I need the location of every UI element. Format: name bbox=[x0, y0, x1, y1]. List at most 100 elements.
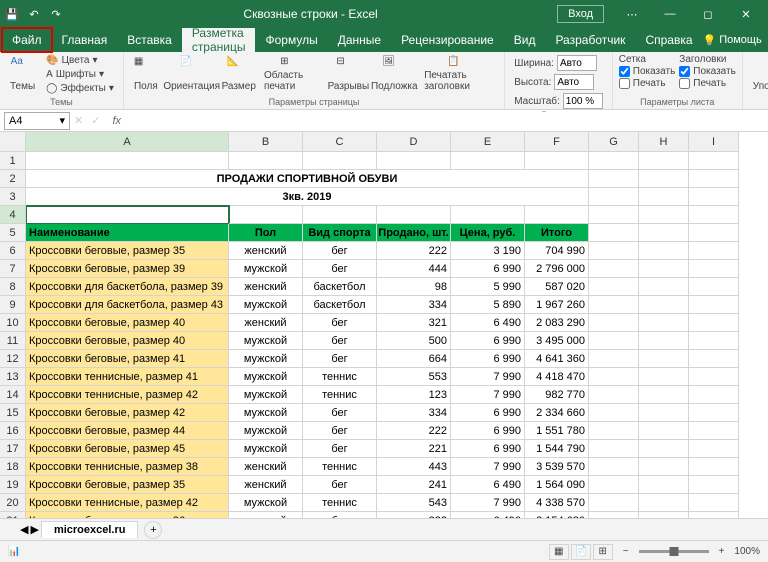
cell-C5[interactable]: Вид спорта bbox=[303, 224, 377, 242]
cell-B19[interactable]: женский bbox=[229, 476, 303, 494]
cell-E4[interactable] bbox=[451, 206, 525, 224]
cell-A2[interactable]: ПРОДАЖИ СПОРТИВНОЙ ОБУВИ bbox=[26, 170, 589, 188]
cell-A21[interactable]: Кроссовки беговые, размер 36 bbox=[26, 512, 229, 518]
tab-help[interactable]: Справка bbox=[635, 28, 702, 52]
cell-C21[interactable]: бег bbox=[303, 512, 377, 518]
themes-button[interactable]: Aa Темы bbox=[6, 54, 39, 94]
cell-D12[interactable]: 664 bbox=[377, 350, 451, 368]
headings-view-checkbox[interactable]: Показать bbox=[679, 66, 736, 77]
cell-G11[interactable] bbox=[589, 332, 639, 350]
cell-A3[interactable]: 3кв. 2019 bbox=[26, 188, 589, 206]
cell-C1[interactable] bbox=[303, 152, 377, 170]
cell-D6[interactable]: 222 bbox=[377, 242, 451, 260]
cell-C17[interactable]: бег bbox=[303, 440, 377, 458]
cell-D9[interactable]: 334 bbox=[377, 296, 451, 314]
cell-B16[interactable]: мужской bbox=[229, 422, 303, 440]
zoom-level[interactable]: 100% bbox=[734, 546, 760, 557]
cell-I6[interactable] bbox=[689, 242, 739, 260]
cell-D1[interactable] bbox=[377, 152, 451, 170]
cell-A6[interactable]: Кроссовки беговые, размер 35 bbox=[26, 242, 229, 260]
cell-A15[interactable]: Кроссовки беговые, размер 42 bbox=[26, 404, 229, 422]
cell-B7[interactable]: мужской bbox=[229, 260, 303, 278]
cell-E20[interactable]: 7 990 bbox=[451, 494, 525, 512]
close-icon[interactable]: ✕ bbox=[728, 0, 764, 28]
cell-B20[interactable]: мужской bbox=[229, 494, 303, 512]
row-header-3[interactable]: 3 bbox=[0, 188, 26, 206]
confirm-icon[interactable]: ✓ bbox=[87, 114, 104, 127]
row-header-12[interactable]: 12 bbox=[0, 350, 26, 368]
cell-G5[interactable] bbox=[589, 224, 639, 242]
cell-I21[interactable] bbox=[689, 512, 739, 518]
col-header-G[interactable]: G bbox=[589, 132, 639, 152]
save-icon[interactable]: 💾 bbox=[4, 6, 20, 22]
cell-I10[interactable] bbox=[689, 314, 739, 332]
cell-H6[interactable] bbox=[639, 242, 689, 260]
cell-F21[interactable]: 2 154 680 bbox=[525, 512, 589, 518]
cell-D18[interactable]: 443 bbox=[377, 458, 451, 476]
tab-file[interactable]: Файл bbox=[2, 28, 52, 52]
cell-D11[interactable]: 500 bbox=[377, 332, 451, 350]
cell-H7[interactable] bbox=[639, 260, 689, 278]
cell-B8[interactable]: женский bbox=[229, 278, 303, 296]
sheet-nav-next-icon[interactable]: ▶ bbox=[30, 523, 38, 536]
cell-E8[interactable]: 5 990 bbox=[451, 278, 525, 296]
row-header-20[interactable]: 20 bbox=[0, 494, 26, 512]
redo-icon[interactable]: ↷ bbox=[48, 6, 64, 22]
cell-A14[interactable]: Кроссовки теннисные, размер 42 bbox=[26, 386, 229, 404]
cell-F8[interactable]: 587 020 bbox=[525, 278, 589, 296]
cell-B12[interactable]: мужской bbox=[229, 350, 303, 368]
tab-formulas[interactable]: Формулы bbox=[255, 28, 327, 52]
cell-G15[interactable] bbox=[589, 404, 639, 422]
col-header-D[interactable]: D bbox=[377, 132, 451, 152]
cell-B6[interactable]: женский bbox=[229, 242, 303, 260]
background-button[interactable]: 🖼Подложка bbox=[372, 54, 416, 94]
cell-I11[interactable] bbox=[689, 332, 739, 350]
cell-H4[interactable] bbox=[639, 206, 689, 224]
cell-G21[interactable] bbox=[589, 512, 639, 518]
cell-H19[interactable] bbox=[639, 476, 689, 494]
cell-F4[interactable] bbox=[525, 206, 589, 224]
normal-view-button[interactable]: ▦ bbox=[549, 544, 569, 560]
cell-C19[interactable]: бег bbox=[303, 476, 377, 494]
cell-D10[interactable]: 321 bbox=[377, 314, 451, 332]
arrange-button[interactable]: ⬚Упорядочение bbox=[749, 54, 768, 94]
orientation-button[interactable]: 📄Ориентация bbox=[166, 54, 218, 94]
cell-F7[interactable]: 2 796 000 bbox=[525, 260, 589, 278]
cell-F5[interactable]: Итого bbox=[525, 224, 589, 242]
cell-G1[interactable] bbox=[589, 152, 639, 170]
fonts-button[interactable]: AШрифты ▾ bbox=[43, 68, 117, 81]
cell-C12[interactable]: бег bbox=[303, 350, 377, 368]
cell-E11[interactable]: 6 990 bbox=[451, 332, 525, 350]
cell-G9[interactable] bbox=[589, 296, 639, 314]
cell-I17[interactable] bbox=[689, 440, 739, 458]
cell-I1[interactable] bbox=[689, 152, 739, 170]
maximize-icon[interactable]: ◻ bbox=[690, 0, 726, 28]
cell-F13[interactable]: 4 418 470 bbox=[525, 368, 589, 386]
cell-F19[interactable]: 1 564 090 bbox=[525, 476, 589, 494]
cell-E17[interactable]: 6 990 bbox=[451, 440, 525, 458]
row-header-15[interactable]: 15 bbox=[0, 404, 26, 422]
cell-E1[interactable] bbox=[451, 152, 525, 170]
tab-data[interactable]: Данные bbox=[328, 28, 391, 52]
cell-G14[interactable] bbox=[589, 386, 639, 404]
row-header-2[interactable]: 2 bbox=[0, 170, 26, 188]
page-break-view-button[interactable]: ⊞ bbox=[593, 544, 613, 560]
row-header-10[interactable]: 10 bbox=[0, 314, 26, 332]
cell-B10[interactable]: женский bbox=[229, 314, 303, 332]
cell-I14[interactable] bbox=[689, 386, 739, 404]
cell-I4[interactable] bbox=[689, 206, 739, 224]
cell-I7[interactable] bbox=[689, 260, 739, 278]
cell-A5[interactable]: Наименование bbox=[26, 224, 229, 242]
cell-D8[interactable]: 98 bbox=[377, 278, 451, 296]
cell-I16[interactable] bbox=[689, 422, 739, 440]
cell-D21[interactable]: 332 bbox=[377, 512, 451, 518]
cell-A18[interactable]: Кроссовки теннисные, размер 38 bbox=[26, 458, 229, 476]
headings-print-checkbox[interactable]: Печать bbox=[679, 78, 736, 89]
cell-B17[interactable]: мужской bbox=[229, 440, 303, 458]
cell-I12[interactable] bbox=[689, 350, 739, 368]
cell-G3[interactable] bbox=[589, 188, 639, 206]
cell-I19[interactable] bbox=[689, 476, 739, 494]
colors-button[interactable]: 🎨Цвета ▾ bbox=[43, 54, 117, 67]
cell-B18[interactable]: женский bbox=[229, 458, 303, 476]
cell-F12[interactable]: 4 641 360 bbox=[525, 350, 589, 368]
